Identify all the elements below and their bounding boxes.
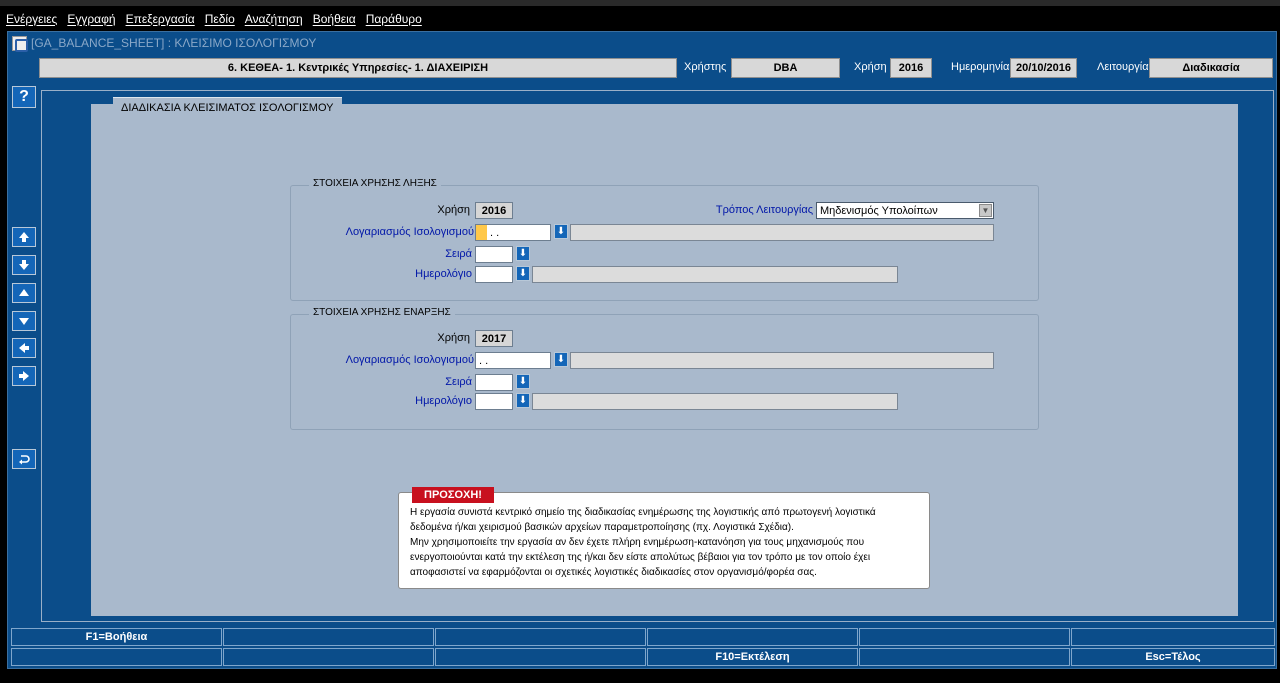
warning-line: αποφασιστεί να εφαρμόζονται οι σχετικές … xyxy=(410,567,817,578)
focus-marker xyxy=(476,225,487,240)
menu-record[interactable]: Εγγραφή xyxy=(67,12,115,26)
opening-journal-description xyxy=(532,393,898,410)
year-display: 2016 xyxy=(890,58,932,78)
closing-account-value: . . xyxy=(490,226,500,239)
user-label: Χρήστης xyxy=(684,61,727,73)
function-display: Διαδικασία xyxy=(1149,58,1273,78)
opening-account-input[interactable]: . . xyxy=(475,352,551,369)
closing-year-title: ΣΤΟΙΧΕΙΑ ΧΡΗΣΗΣ ΛΗΞΗΣ xyxy=(309,178,441,189)
closing-account-description xyxy=(570,224,994,241)
warning-line: Μην χρησιμοποιείτε την εργασία αν δεν έχ… xyxy=(410,537,865,548)
closing-account-label: Λογαριασμός Ισολογισμού xyxy=(345,226,474,238)
fkey-slot[interactable] xyxy=(223,628,434,646)
chevron-down-icon[interactable]: ▼ xyxy=(979,204,992,217)
lov-arrow-icon[interactable]: ⬇ xyxy=(516,266,530,281)
function-key-row-2: F10=Εκτέλεση Esc=Τέλος xyxy=(11,648,1277,666)
fkey-slot[interactable] xyxy=(11,648,222,666)
app-icon xyxy=(12,35,28,52)
year-label: Χρήση xyxy=(854,61,887,73)
f1-help-button[interactable]: F1=Βοήθεια xyxy=(11,628,222,646)
opening-journal-label: Ημερολόγιο xyxy=(415,395,472,407)
warning-line: ενεργοποιούνται κατά την εκτέλεση της ή/… xyxy=(410,552,871,563)
fkey-slot[interactable] xyxy=(1071,628,1275,646)
function-label: Λειτουργία xyxy=(1097,61,1149,73)
fkey-slot[interactable] xyxy=(647,628,858,646)
opening-year-label: Χρήση xyxy=(437,332,470,344)
opening-year-title: ΣΤΟΙΧΕΙΑ ΧΡΗΣΗΣ ΕΝΑΡΞΗΣ xyxy=(309,307,455,318)
lov-arrow-icon[interactable]: ⬇ xyxy=(516,393,530,408)
lov-arrow-icon[interactable]: ⬇ xyxy=(516,246,530,261)
date-label: Ημερομηνία xyxy=(951,61,1010,73)
lov-arrow-icon[interactable]: ⬇ xyxy=(516,374,530,389)
menu-bar: Ενέργειες Εγγραφή Επεξεργασία Πεδίο Αναζ… xyxy=(0,6,1280,31)
opening-series-label: Σειρά xyxy=(445,376,472,388)
user-display: DBA xyxy=(731,58,840,78)
mode-select[interactable]: Μηδενισμός Υπολοίπων ▼ xyxy=(816,202,994,219)
window-titlebar: [GA_BALANCE_SHEET] : ΚΛΕΙΣΙΜΟ ΙΣΟΛΟΓΙΣΜΟ… xyxy=(8,32,1276,54)
undo-icon[interactable] xyxy=(12,449,36,469)
closing-journal-input[interactable] xyxy=(475,266,513,283)
menu-field[interactable]: Πεδίο xyxy=(205,12,235,26)
window-title: [GA_BALANCE_SHEET] : ΚΛΕΙΣΙΜΟ ΙΣΟΛΟΓΙΣΜΟ… xyxy=(31,36,317,50)
function-key-row-1: F1=Βοήθεια xyxy=(11,628,1277,646)
info-bar: 6. ΚΕΘΕΑ- 1. Κεντρικές Υπηρεσίες- 1. ΔΙΑ… xyxy=(8,57,1276,79)
warning-title: ΠΡΟΣΟΧΗ! xyxy=(412,487,494,503)
mode-label: Τρόπος Λειτουργίας xyxy=(715,204,813,216)
lov-arrow-icon[interactable]: ⬇ xyxy=(554,224,568,239)
opening-journal-input[interactable] xyxy=(475,393,513,410)
company-display: 6. ΚΕΘΕΑ- 1. Κεντρικές Υπηρεσίες- 1. ΔΙΑ… xyxy=(39,58,677,78)
opening-account-label: Λογαριασμός Ισολογισμού xyxy=(345,354,474,366)
warning-line: Η εργασία συνιστά κεντρικό σημείο της δι… xyxy=(410,507,876,518)
menu-actions[interactable]: Ενέργειες xyxy=(6,12,57,26)
fkey-slot[interactable] xyxy=(435,648,646,666)
closing-account-input[interactable]: . . xyxy=(475,224,551,241)
next-block-icon[interactable] xyxy=(12,366,36,386)
lov-arrow-icon[interactable]: ⬇ xyxy=(554,352,568,367)
next-record-icon[interactable] xyxy=(12,311,36,331)
warning-box: ΠΡΟΣΟΧΗ! Η εργασία συνιστά κεντρικό σημε… xyxy=(398,487,930,589)
fkey-slot[interactable] xyxy=(435,628,646,646)
fkey-slot[interactable] xyxy=(859,648,1070,666)
closing-journal-label: Ημερολόγιο xyxy=(415,268,472,280)
fkey-slot[interactable] xyxy=(859,628,1070,646)
fkey-slot[interactable] xyxy=(223,648,434,666)
first-record-icon[interactable] xyxy=(12,227,36,247)
previous-block-icon[interactable] xyxy=(12,338,36,358)
closing-series-label: Σειρά xyxy=(445,248,472,260)
last-record-icon[interactable] xyxy=(12,255,36,275)
f10-execute-button[interactable]: F10=Εκτέλεση xyxy=(647,648,858,666)
closing-journal-description xyxy=(532,266,898,283)
opening-year-field: 2017 xyxy=(475,330,513,347)
menu-search[interactable]: Αναζήτηση xyxy=(245,12,303,26)
previous-record-icon[interactable] xyxy=(12,283,36,303)
opening-account-description xyxy=(570,352,994,369)
closing-year-field: 2016 xyxy=(475,202,513,219)
warning-text: Η εργασία συνιστά κεντρικό σημείο της δι… xyxy=(410,505,923,580)
closing-series-input[interactable] xyxy=(475,246,513,263)
opening-year-group: ΣΤΟΙΧΕΙΑ ΧΡΗΣΗΣ ΕΝΑΡΞΗΣ xyxy=(290,307,1039,430)
opening-series-input[interactable] xyxy=(475,374,513,391)
esc-exit-button[interactable]: Esc=Τέλος xyxy=(1071,648,1275,666)
help-button[interactable]: ? xyxy=(12,86,36,108)
closing-year-label: Χρήση xyxy=(437,204,470,216)
warning-line: δεδομένα ή/και χειρισμού βασικών αρχείων… xyxy=(410,522,794,533)
menu-window[interactable]: Παράθυρο xyxy=(366,12,422,26)
date-display: 20/10/2016 xyxy=(1010,58,1077,78)
panel-title: ΔΙΑΔΙΚΑΣΙΑ ΚΛΕΙΣΙΜΑΤΟΣ ΙΣΟΛΟΓΙΣΜΟΥ xyxy=(113,97,342,117)
mode-value: Μηδενισμός Υπολοίπων xyxy=(820,204,938,217)
menu-edit[interactable]: Επεξεργασία xyxy=(126,12,195,26)
menu-help[interactable]: Βοήθεια xyxy=(313,12,356,26)
